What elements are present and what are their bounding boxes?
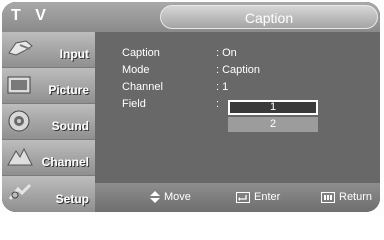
sidebar-item-label: Channel (41, 155, 89, 169)
sidebar-item-label: Input (59, 47, 89, 61)
sidebar-item-input[interactable]: Input (2, 32, 95, 68)
return-hint: Return (321, 191, 372, 203)
input-icon (8, 40, 33, 56)
header-bar: T V Caption (2, 2, 380, 32)
menu-row-field-value: : (216, 98, 220, 110)
tv-label: T V (11, 7, 51, 24)
enter-icon (236, 191, 250, 203)
field-option-2[interactable]: 2 (228, 117, 318, 132)
sidebar-item-picture[interactable]: Picture (2, 68, 95, 104)
sidebar-item-label: Sound (51, 119, 89, 133)
menu-row-mode-label[interactable]: Mode (122, 64, 150, 76)
menu-row-channel-label[interactable]: Channel (122, 81, 163, 93)
sidebar: Input Picture Sound Channel Setup (2, 32, 95, 212)
sidebar-item-channel[interactable]: Channel (2, 140, 95, 176)
field-option-1[interactable]: 1 (228, 100, 318, 115)
menu-row-caption-label[interactable]: Caption (122, 47, 160, 59)
channel-icon (7, 147, 33, 166)
menu-row-channel-value: : 1 (216, 81, 229, 93)
picture-icon (7, 76, 31, 94)
sidebar-item-label: Picture (48, 83, 89, 97)
move-label: Move (164, 191, 191, 203)
move-arrows-icon (150, 191, 160, 204)
return-label: Return (339, 191, 373, 203)
caption-menu: Caption : On Mode : Caption Channel : 1 … (95, 32, 380, 183)
sound-icon (8, 110, 30, 132)
sidebar-item-sound[interactable]: Sound (2, 104, 95, 140)
footer-bar: Move Enter Return (95, 183, 380, 212)
enter-label: Enter (254, 191, 281, 203)
enter-hint: Enter (236, 191, 280, 203)
setup-icon (8, 183, 32, 200)
menu-row-caption-value: : On (216, 47, 237, 59)
osd-frame: T V Caption Input Picture Sound Channel … (2, 2, 380, 212)
page-title-pill: Caption (160, 5, 378, 29)
sidebar-item-label: Setup (55, 192, 89, 206)
sidebar-item-setup[interactable]: Setup (2, 176, 95, 212)
return-icon (321, 191, 335, 203)
page-title: Caption (244, 10, 294, 26)
menu-row-mode-value: : Caption (216, 64, 261, 76)
menu-row-field-label[interactable]: Field (122, 98, 146, 110)
move-hint: Move (150, 191, 191, 204)
tv-screen: T V Caption Input Picture Sound Channel … (0, 0, 384, 215)
